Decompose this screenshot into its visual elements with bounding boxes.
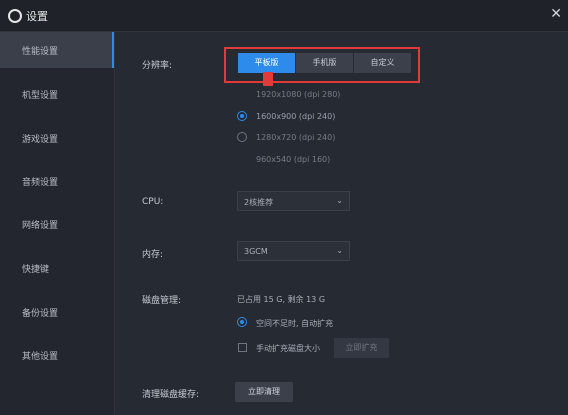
disk-manual-label: 手动扩充磁盘大小 xyxy=(256,344,320,353)
sidebar-item-performance[interactable]: 性能设置 xyxy=(0,32,114,68)
cpu-label: CPU: xyxy=(142,197,164,207)
cpu-select[interactable]: 2核推荐 ⌄ xyxy=(237,191,350,211)
sidebar-item-game[interactable]: 游戏设置 xyxy=(0,120,114,156)
resolution-option-2[interactable]: 1600x900 (dpi 240) xyxy=(256,112,335,121)
sidebar-item-label: 游戏设置 xyxy=(22,135,59,145)
cursor-marker-icon xyxy=(263,72,273,86)
memory-value: 3GCM xyxy=(244,247,268,256)
disk-usage-info: 已占用 15 G, 剩余 13 G xyxy=(237,295,326,304)
resolution-label: 分辨率: xyxy=(142,61,173,71)
disk-auto-radio[interactable] xyxy=(237,317,247,327)
sidebar-item-other[interactable]: 其他设置 xyxy=(0,337,114,373)
mode-phone-button[interactable]: 手机版 xyxy=(296,53,353,73)
sidebar-item-label: 性能设置 xyxy=(22,47,59,57)
disk-manual-checkbox[interactable] xyxy=(238,343,247,352)
settings-window: 设置 ✕ 性能设置 机型设置 游戏设置 音频设置 网络设置 快捷键 备份设置 其… xyxy=(0,0,568,415)
sidebar-item-label: 快捷键 xyxy=(22,265,50,275)
mode-tablet-button[interactable]: 平板版 xyxy=(238,53,295,73)
sidebar-item-label: 其他设置 xyxy=(22,352,59,362)
chevron-down-icon: ⌄ xyxy=(336,246,343,255)
chevron-down-icon: ⌄ xyxy=(336,196,343,205)
expand-disk-button[interactable]: 立即扩充 xyxy=(334,338,389,358)
resolution-radio-3[interactable] xyxy=(237,132,247,142)
sidebar-item-hotkeys[interactable]: 快捷键 xyxy=(0,250,114,286)
cpu-value: 2核推荐 xyxy=(244,198,274,207)
sidebar-item-model[interactable]: 机型设置 xyxy=(0,76,114,112)
mode-custom-button[interactable]: 自定义 xyxy=(354,53,411,73)
resolution-radio-2[interactable] xyxy=(237,111,247,121)
cache-label: 清理磁盘缓存: xyxy=(142,390,200,400)
resolution-option-1[interactable]: 1920x1080 (dpi 280) xyxy=(256,90,340,99)
sidebar-item-label: 音频设置 xyxy=(22,178,59,188)
title-bar: 设置 ✕ xyxy=(0,0,568,32)
memory-label: 内存: xyxy=(142,250,164,260)
clear-cache-button[interactable]: 立即清理 xyxy=(235,382,293,402)
sidebar-item-audio[interactable]: 音频设置 xyxy=(0,163,114,199)
resolution-option-4[interactable]: 960x540 (dpi 160) xyxy=(256,155,330,164)
sidebar-item-label: 备份设置 xyxy=(22,309,59,319)
app-logo-icon xyxy=(8,9,22,23)
sidebar-item-label: 网络设置 xyxy=(22,221,59,231)
close-icon[interactable]: ✕ xyxy=(550,6,562,22)
disk-auto-label: 空间不足时, 自动扩充 xyxy=(256,319,334,328)
resolution-option-3[interactable]: 1280x720 (dpi 240) xyxy=(256,133,335,142)
sidebar-item-network[interactable]: 网络设置 xyxy=(0,206,114,242)
window-title: 设置 xyxy=(26,10,48,23)
sidebar: 性能设置 机型设置 游戏设置 音频设置 网络设置 快捷键 备份设置 其他设置 xyxy=(0,32,115,415)
disk-label: 磁盘管理: xyxy=(142,296,182,306)
sidebar-item-label: 机型设置 xyxy=(22,91,59,101)
sidebar-item-backup[interactable]: 备份设置 xyxy=(0,294,114,330)
memory-select[interactable]: 3GCM ⌄ xyxy=(237,241,350,261)
